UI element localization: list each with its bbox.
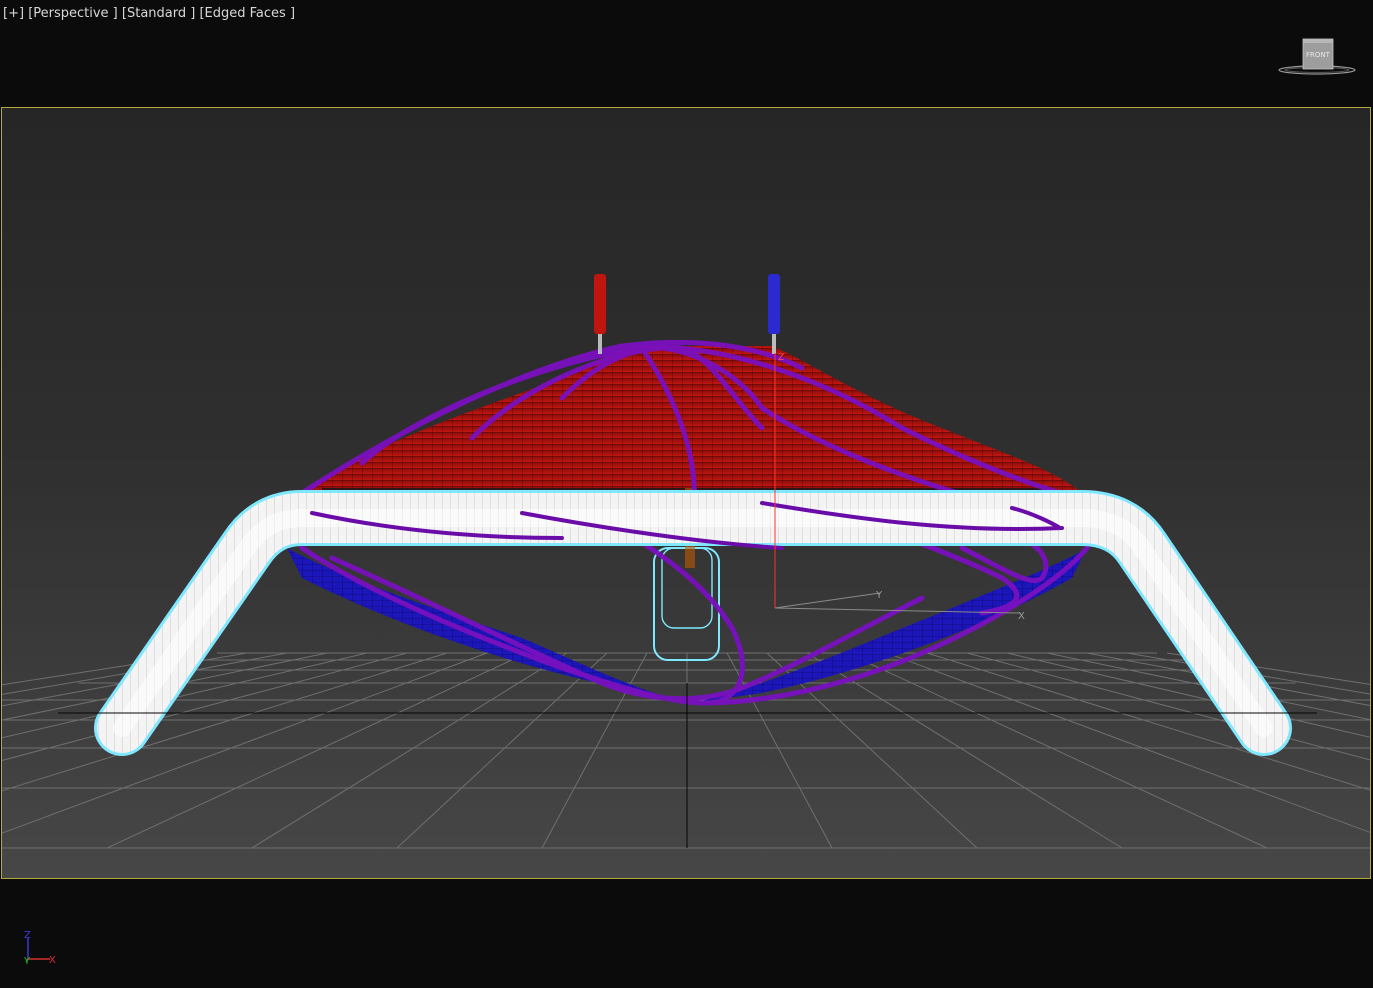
safe-frame: X Y Z (1, 107, 1371, 879)
gizmo-z-label: Z (778, 353, 784, 363)
viewcube-face-label: FRONT (1306, 51, 1331, 59)
viewport-menu-display[interactable]: [Edged Faces ] (199, 6, 295, 21)
scene-canvas[interactable]: X Y Z (2, 108, 1370, 878)
perspective-viewport[interactable]: [+] [Perspective ] [Standard ] [Edged Fa… (0, 0, 1373, 988)
blue-post[interactable] (768, 274, 780, 354)
grid-line (2, 652, 408, 761)
viewport-label-menu: [+] [Perspective ] [Standard ] [Edged Fa… (3, 6, 295, 21)
grid-line (396, 652, 608, 849)
viewport-menu-plus[interactable]: [+] (3, 6, 24, 21)
gizmo-x-label: X (1018, 611, 1025, 622)
viewport-menu-view[interactable]: [Perspective ] (28, 6, 118, 21)
tripod-x-label: X (49, 955, 56, 966)
viewcube-icon[interactable]: FRONT (1276, 36, 1358, 78)
grid-line (966, 652, 1370, 761)
gizmo-y-label: Y (875, 590, 883, 601)
red-post[interactable] (594, 274, 606, 354)
tripod-z-label: Z (24, 930, 31, 941)
home-grid (2, 652, 1370, 849)
tripod-y-label: Y (23, 956, 31, 967)
viewport-menu-shading[interactable]: [Standard ] (122, 6, 195, 21)
axis-tripod-icon: Z Y X (18, 926, 68, 970)
